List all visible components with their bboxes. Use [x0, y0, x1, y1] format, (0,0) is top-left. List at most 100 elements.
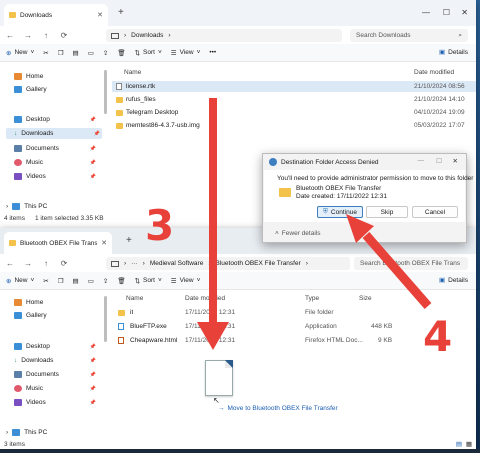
- breadcrumb[interactable]: › ··· › Medieval Software › Bluetooth OB…: [106, 257, 350, 270]
- search-input[interactable]: Search Bluetooth OBEX File Trans: [354, 257, 468, 270]
- minimize-button[interactable]: —: [422, 8, 430, 17]
- breadcrumb-item[interactable]: Bluetooth OBEX File Transfer: [216, 260, 301, 267]
- maximize-button[interactable]: ☐: [436, 157, 442, 165]
- delete-icon[interactable]: 🗑: [117, 277, 125, 285]
- cut-icon[interactable]: ✂: [43, 277, 48, 285]
- new-tab-button[interactable]: +: [126, 235, 132, 246]
- new-button[interactable]: ⊕ New ˅: [6, 49, 34, 57]
- forward-arrow-icon[interactable]: →: [24, 31, 32, 40]
- breadcrumb-item[interactable]: Medieval Software: [150, 260, 203, 267]
- sidebar-item-this-pc[interactable]: › This PC: [6, 201, 90, 212]
- scrollbar[interactable]: [104, 70, 107, 114]
- table-row[interactable]: Telegram Desktop 04/10/2024 19:09: [112, 107, 476, 118]
- table-row[interactable]: rufus_files 21/10/2024 14:10: [112, 94, 476, 105]
- rename-icon[interactable]: ▭: [88, 277, 94, 285]
- sidebar-item-documents[interactable]: Documents 📌: [14, 143, 98, 154]
- table-row[interactable]: Cheapware.html 17/11/2022 12:31 Firefox …: [112, 335, 476, 346]
- new-label: New: [14, 277, 28, 284]
- paste-icon[interactable]: ▤: [73, 49, 79, 57]
- more-button[interactable]: •••: [209, 49, 216, 56]
- cancel-button[interactable]: Cancel: [412, 206, 458, 218]
- sort-button[interactable]: ⇅ Sort ˅: [135, 49, 162, 57]
- maximize-button[interactable]: ☐: [443, 8, 450, 17]
- sidebar-item-music[interactable]: Music 📌: [14, 157, 98, 168]
- table-row[interactable]: memtest86-4.3.7-usb.img 05/03/2022 17:07: [112, 120, 476, 131]
- sidebar-item-home[interactable]: Home: [14, 71, 98, 82]
- close-tab-icon[interactable]: ✕: [101, 239, 107, 247]
- rename-icon[interactable]: ▭: [88, 49, 94, 57]
- file-type: File folder: [305, 309, 334, 316]
- cut-icon[interactable]: ✂: [43, 49, 48, 57]
- chevron-up-icon: ˄: [275, 230, 279, 237]
- refresh-icon[interactable]: ⟳: [60, 31, 68, 40]
- table-row[interactable]: license.rtk 21/10/2024 08:56: [112, 81, 476, 92]
- new-tab-button[interactable]: +: [118, 7, 124, 18]
- new-button[interactable]: ⊕ New ˅: [6, 277, 34, 285]
- view-button[interactable]: ☰ View ˅: [171, 49, 201, 57]
- search-input[interactable]: Search Downloads ⌕: [350, 29, 468, 42]
- fewer-details-toggle[interactable]: ˄ Fewer details: [275, 230, 320, 237]
- minimize-button[interactable]: —: [418, 157, 425, 164]
- table-row[interactable]: BlueFTP.exe 17/11/2022 12:31 Application…: [112, 321, 476, 332]
- table-row[interactable]: it 17/11/2022 12:31 File folder: [112, 307, 476, 318]
- column-header-type[interactable]: Type: [305, 295, 319, 302]
- back-arrow-icon[interactable]: ←: [6, 31, 14, 40]
- sidebar-item-downloads[interactable]: ↓ Downloads 📌: [14, 355, 98, 366]
- column-header-size[interactable]: Size: [359, 295, 372, 302]
- continue-button[interactable]: ⛨ Continue: [317, 206, 363, 218]
- delete-icon[interactable]: 🗑: [117, 49, 125, 57]
- folder-icon: [9, 240, 16, 246]
- sidebar-item-desktop[interactable]: Desktop 📌: [14, 341, 98, 352]
- sidebar-item-gallery[interactable]: Gallery: [14, 84, 98, 95]
- refresh-icon[interactable]: ⟳: [60, 259, 68, 268]
- sidebar-item-desktop[interactable]: Desktop 📌: [14, 114, 98, 125]
- column-header-date[interactable]: Date modified: [185, 295, 225, 302]
- sidebar-item-label: Videos: [26, 399, 46, 406]
- up-arrow-icon[interactable]: ↑: [42, 31, 50, 40]
- breadcrumb-item[interactable]: Downloads: [131, 32, 163, 39]
- details-button[interactable]: ▣ Details: [439, 276, 468, 285]
- sidebar-item-videos[interactable]: Videos 📌: [14, 397, 98, 408]
- more-button[interactable]: •••: [209, 277, 216, 284]
- sidebar-item-home[interactable]: Home: [14, 297, 98, 308]
- chevron-right-icon: ›: [124, 32, 127, 39]
- tab-bluetooth-obex[interactable]: Bluetooth OBEX File Transfer ✕: [4, 232, 112, 254]
- column-header-name[interactable]: Name: [124, 69, 141, 76]
- sort-icon: ⇅: [134, 277, 141, 285]
- skip-button[interactable]: Skip: [366, 206, 408, 218]
- copy-icon[interactable]: ❐: [58, 49, 64, 57]
- close-tab-icon[interactable]: ✕: [97, 11, 103, 19]
- sidebar-item-downloads[interactable]: ↓ Downloads 📌: [6, 128, 102, 139]
- close-button[interactable]: ✕: [461, 8, 468, 17]
- forward-arrow-icon[interactable]: →: [24, 259, 32, 268]
- details-button[interactable]: ▣ Details: [439, 48, 468, 57]
- close-button[interactable]: ✕: [453, 157, 458, 165]
- up-arrow-icon[interactable]: ↑: [42, 259, 50, 268]
- dialog-title-bar: Destination Folder Access Denied: [269, 158, 379, 166]
- breadcrumb[interactable]: › Downloads ›: [106, 29, 342, 42]
- tab-downloads[interactable]: Downloads ✕: [4, 4, 108, 26]
- sidebar-item-this-pc[interactable]: › This PC: [6, 427, 90, 438]
- sidebar-item-music[interactable]: Music 📌: [14, 383, 98, 394]
- column-header-name[interactable]: Name: [126, 295, 143, 302]
- scrollbar[interactable]: [104, 296, 107, 342]
- copy-icon[interactable]: ❐: [58, 277, 64, 285]
- move-arrow-icon: →: [218, 405, 225, 412]
- view-button[interactable]: ☰ View ˅: [171, 277, 201, 285]
- chevron-down-icon: ˅: [157, 49, 162, 56]
- sidebar-item-gallery[interactable]: Gallery: [14, 310, 98, 321]
- share-icon[interactable]: ⇪: [103, 277, 108, 285]
- sort-button[interactable]: ⇅ Sort ˅: [135, 277, 162, 285]
- column-header-date[interactable]: Date modified: [414, 69, 454, 76]
- share-icon[interactable]: ⇪: [103, 49, 108, 57]
- ellipsis-icon[interactable]: ···: [131, 260, 138, 267]
- tab-label: Bluetooth OBEX File Transfer: [20, 239, 98, 247]
- back-arrow-icon[interactable]: ←: [6, 259, 14, 268]
- sidebar-item-documents[interactable]: Documents 📌: [14, 369, 98, 380]
- list-view-icon[interactable]: ▤: [456, 440, 462, 448]
- sidebar-item-videos[interactable]: Videos 📌: [14, 171, 98, 182]
- file-type: Application: [305, 323, 337, 330]
- monitor-icon: [111, 260, 119, 267]
- tile-view-icon[interactable]: ▦: [466, 440, 472, 448]
- paste-icon[interactable]: ▤: [73, 277, 79, 285]
